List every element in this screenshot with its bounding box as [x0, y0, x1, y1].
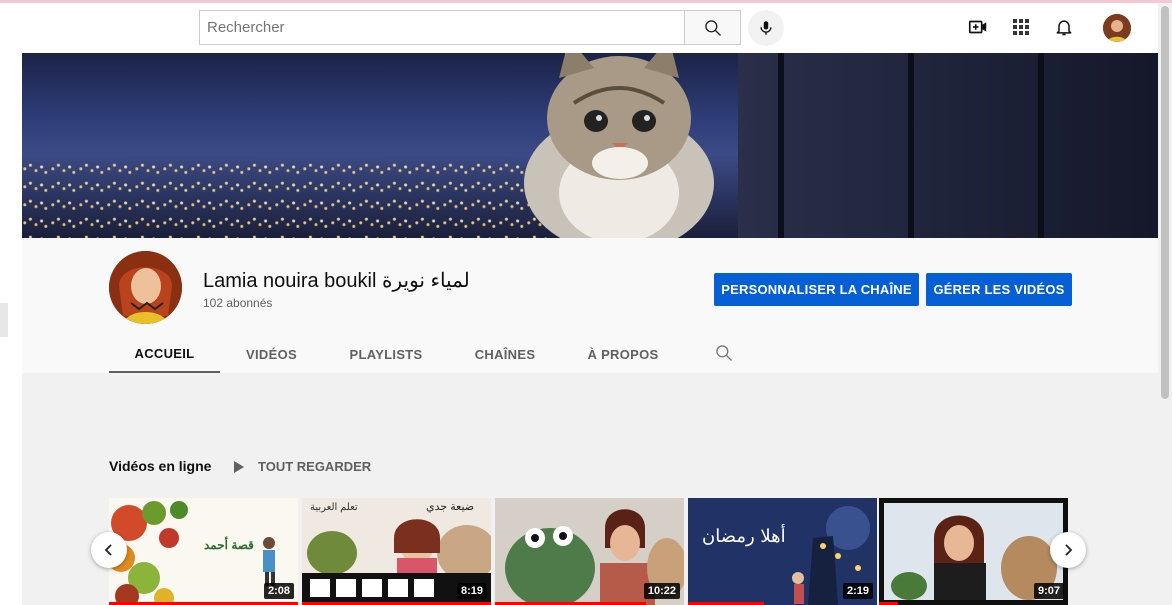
video-thumbnail-4[interactable]: أهلا رمضان 2:19 — [688, 498, 877, 605]
chevron-left-icon — [104, 544, 112, 556]
subscriber-count: 102 abonnés — [203, 296, 273, 310]
tab-videos[interactable]: VIDÉOS — [220, 335, 323, 373]
video-thumbnail-3[interactable]: 10:22 — [495, 498, 684, 605]
play-icon — [234, 460, 244, 473]
masthead — [0, 3, 1158, 53]
tab-about[interactable]: À PROPOS — [561, 335, 685, 373]
banner-window — [738, 53, 1158, 238]
thumbnail-caption: ضيعة جدي — [426, 501, 475, 513]
microphone-icon — [760, 21, 772, 35]
video-duration: 2:08 — [263, 583, 294, 599]
thumbnail-caption-2: تعلم العربية — [310, 502, 358, 513]
apps-button[interactable] — [1009, 15, 1033, 39]
video-duration: 9:07 — [1033, 583, 1064, 599]
create-button[interactable] — [966, 15, 990, 39]
search-input[interactable] — [199, 10, 685, 45]
play-all-button[interactable]: TOUT REGARDER — [232, 459, 371, 474]
page-scrollbar[interactable] — [1158, 3, 1172, 605]
manage-videos-button[interactable]: GÉRER LES VIDÉOS — [926, 273, 1072, 306]
channel-name: Lamia nouira boukil لمياء نويرة — [203, 270, 470, 292]
video-thumbnail-5[interactable]: 9:07 — [879, 498, 1068, 605]
tab-channels[interactable]: CHAÎNES — [449, 335, 561, 373]
video-duration: 2:19 — [842, 583, 873, 599]
voice-search-button[interactable] — [748, 10, 784, 46]
thumbnail-caption: قصة أحمد — [204, 538, 254, 552]
video-thumbnail-1[interactable]: قصة أحمد 2:08 — [109, 498, 298, 605]
channel-search-button[interactable] — [714, 343, 736, 365]
video-duration: 8:19 — [456, 583, 487, 599]
shelf-title: Vidéos en ligne — [109, 458, 212, 474]
search-button[interactable] — [684, 10, 741, 45]
search-icon — [716, 345, 732, 361]
apps-grid-icon — [1013, 19, 1029, 35]
tab-home[interactable]: ACCUEIL — [109, 335, 220, 373]
banner-cat-image — [524, 53, 714, 238]
sidebar-selected-mark — [0, 303, 8, 337]
tab-playlists[interactable]: PLAYLISTS — [323, 335, 449, 373]
account-avatar[interactable] — [1103, 14, 1131, 42]
search-icon — [704, 19, 721, 36]
video-create-icon — [968, 20, 987, 34]
customize-channel-button[interactable]: PERSONNALISER LA CHAÎNE — [714, 273, 919, 306]
thumbnail-caption: أهلا رمضان — [702, 526, 786, 547]
channel-avatar — [109, 251, 182, 324]
left-sidebar-edge — [0, 53, 22, 605]
shelf-next-button[interactable] — [1050, 532, 1086, 568]
scrollbar-thumb[interactable] — [1161, 6, 1169, 399]
chevron-right-icon — [1065, 544, 1073, 556]
shelf-prev-button[interactable] — [91, 532, 127, 568]
video-duration: 10:22 — [643, 583, 680, 599]
play-all-label: TOUT REGARDER — [258, 459, 372, 474]
video-thumbnail-2[interactable]: ضيعة جدي تعلم العربية 8:19 — [302, 498, 491, 605]
notifications-button[interactable] — [1052, 15, 1076, 39]
channel-banner — [22, 53, 1158, 238]
bell-icon — [1056, 20, 1072, 36]
